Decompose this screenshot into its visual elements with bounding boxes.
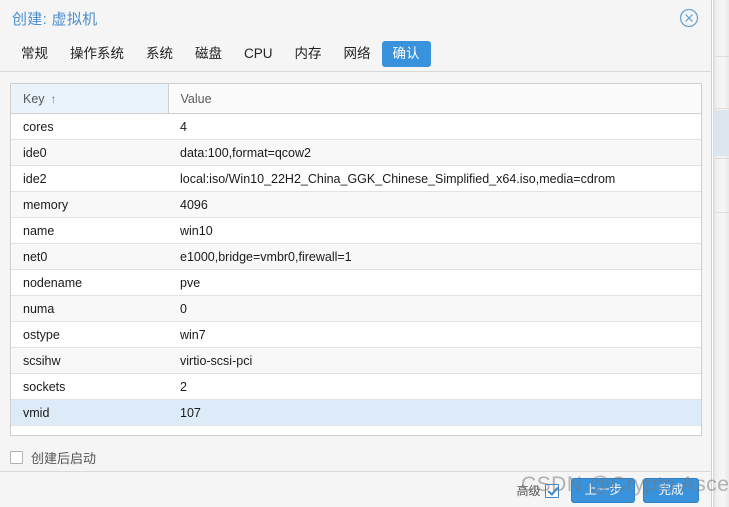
cell-value: 4: [168, 113, 701, 140]
cell-key: sockets: [11, 373, 168, 400]
dialog-footer: 高级 上一步 完成: [0, 471, 711, 507]
dialog-body: Key ↑ Value cores 4 ide0 data:100,format=qco…: [0, 72, 711, 471]
table-body: cores 4 ide0 data:100,format=qcow2 ide2 local…: [11, 113, 701, 435]
start-after-create-row[interactable]: 创建后启动: [10, 448, 96, 467]
tab-2[interactable]: 系统: [135, 41, 184, 67]
tab-list: 常规 操作系统 系统 磁盘 CPU 内存 网络 确认: [10, 41, 431, 67]
cell-value: data:100,format=qcow2: [168, 139, 701, 166]
advanced-checkbox[interactable]: [545, 483, 560, 498]
table-row[interactable]: ostype win7: [11, 321, 701, 348]
advanced-toggle[interactable]: 高级: [516, 482, 560, 499]
cell-value: win7: [168, 321, 701, 348]
dialog-tabbar: 常规 操作系统 系统 磁盘 CPU 内存 网络 确认: [0, 36, 711, 72]
background-divider: [713, 56, 729, 57]
tab-4[interactable]: CPU: [233, 41, 284, 67]
tab-7[interactable]: 确认: [381, 41, 431, 67]
cell-value: pve: [168, 269, 701, 296]
advanced-label: 高级: [516, 484, 541, 498]
cell-empty: [11, 425, 168, 435]
table-row[interactable]: vmid 107: [11, 399, 701, 426]
cell-key: scsihw: [11, 347, 168, 374]
cell-empty: [168, 425, 701, 435]
dialog-titlebar: 创建: 虚拟机: [0, 0, 711, 36]
table-row[interactable]: name win10: [11, 217, 701, 244]
column-header-key[interactable]: Key ↑: [11, 84, 169, 114]
cell-value: win10: [168, 217, 701, 244]
column-header-value-label: Value: [180, 91, 212, 106]
start-after-create-checkbox[interactable]: [10, 451, 23, 464]
column-header-key-label: Key: [23, 91, 45, 106]
cell-value: 2: [168, 373, 701, 400]
cell-key: cores: [11, 113, 168, 140]
table-row[interactable]: scsihw virtio-scsi-pci: [11, 347, 701, 374]
create-vm-dialog: 创建: 虚拟机 常规 操作系统 系统 磁盘 CPU 内存 网络 确认 Key ↑…: [0, 0, 712, 507]
table-filler-row: [11, 425, 701, 435]
background-divider: [713, 158, 729, 159]
background-divider: [713, 108, 729, 109]
back-button[interactable]: 上一步: [571, 478, 635, 503]
column-header-value[interactable]: Value: [168, 84, 701, 114]
cell-key: name: [11, 217, 168, 244]
background-selected-row: [714, 110, 729, 156]
cell-value: 4096: [168, 191, 701, 218]
key-value-table: Key ↑ Value cores 4 ide0 data:100,format=qco…: [11, 84, 701, 435]
cell-key: memory: [11, 191, 168, 218]
cell-value: e1000,bridge=vmbr0,firewall=1: [168, 243, 701, 270]
tab-0[interactable]: 常规: [10, 41, 59, 67]
table-row[interactable]: memory 4096: [11, 191, 701, 218]
close-circle-icon[interactable]: [679, 8, 699, 28]
confirm-summary-grid: Key ↑ Value cores 4 ide0 data:100,format=qco…: [10, 83, 702, 436]
table-row[interactable]: ide2 local:iso/Win10_22H2_China_GGK_Chine…: [11, 165, 701, 192]
finish-button[interactable]: 完成: [643, 478, 699, 503]
tab-6[interactable]: 网络: [333, 41, 382, 67]
cell-key: vmid: [11, 399, 168, 426]
screen: 创建: 虚拟机 常规 操作系统 系统 磁盘 CPU 内存 网络 确认 Key ↑…: [0, 0, 729, 507]
cell-value: virtio-scsi-pci: [168, 347, 701, 374]
cell-key: numa: [11, 295, 168, 322]
table-header-row: Key ↑ Value: [11, 84, 701, 114]
tab-3[interactable]: 磁盘: [184, 41, 233, 67]
cell-key: ostype: [11, 321, 168, 348]
table-row[interactable]: ide0 data:100,format=qcow2: [11, 139, 701, 166]
table-row[interactable]: net0 e1000,bridge=vmbr0,firewall=1: [11, 243, 701, 270]
cell-key: nodename: [11, 269, 168, 296]
cell-key: ide2: [11, 165, 168, 192]
cell-key: net0: [11, 243, 168, 270]
cell-value: local:iso/Win10_22H2_China_GGK_Chinese_S…: [168, 165, 701, 192]
table-row[interactable]: sockets 2: [11, 373, 701, 400]
cell-key: ide0: [11, 139, 168, 166]
tab-1[interactable]: 操作系统: [59, 41, 135, 67]
table-row[interactable]: numa 0: [11, 295, 701, 322]
tab-5[interactable]: 内存: [284, 41, 333, 67]
cell-value: 107: [168, 399, 701, 426]
background-panel: [713, 0, 729, 507]
start-after-create-label: 创建后启动: [31, 451, 97, 466]
background-divider: [713, 212, 729, 213]
cell-value: 0: [168, 295, 701, 322]
table-row[interactable]: nodename pve: [11, 269, 701, 296]
table-row[interactable]: cores 4: [11, 113, 701, 140]
sort-ascending-icon: ↑: [50, 91, 57, 106]
dialog-title: 创建: 虚拟机: [12, 11, 98, 28]
